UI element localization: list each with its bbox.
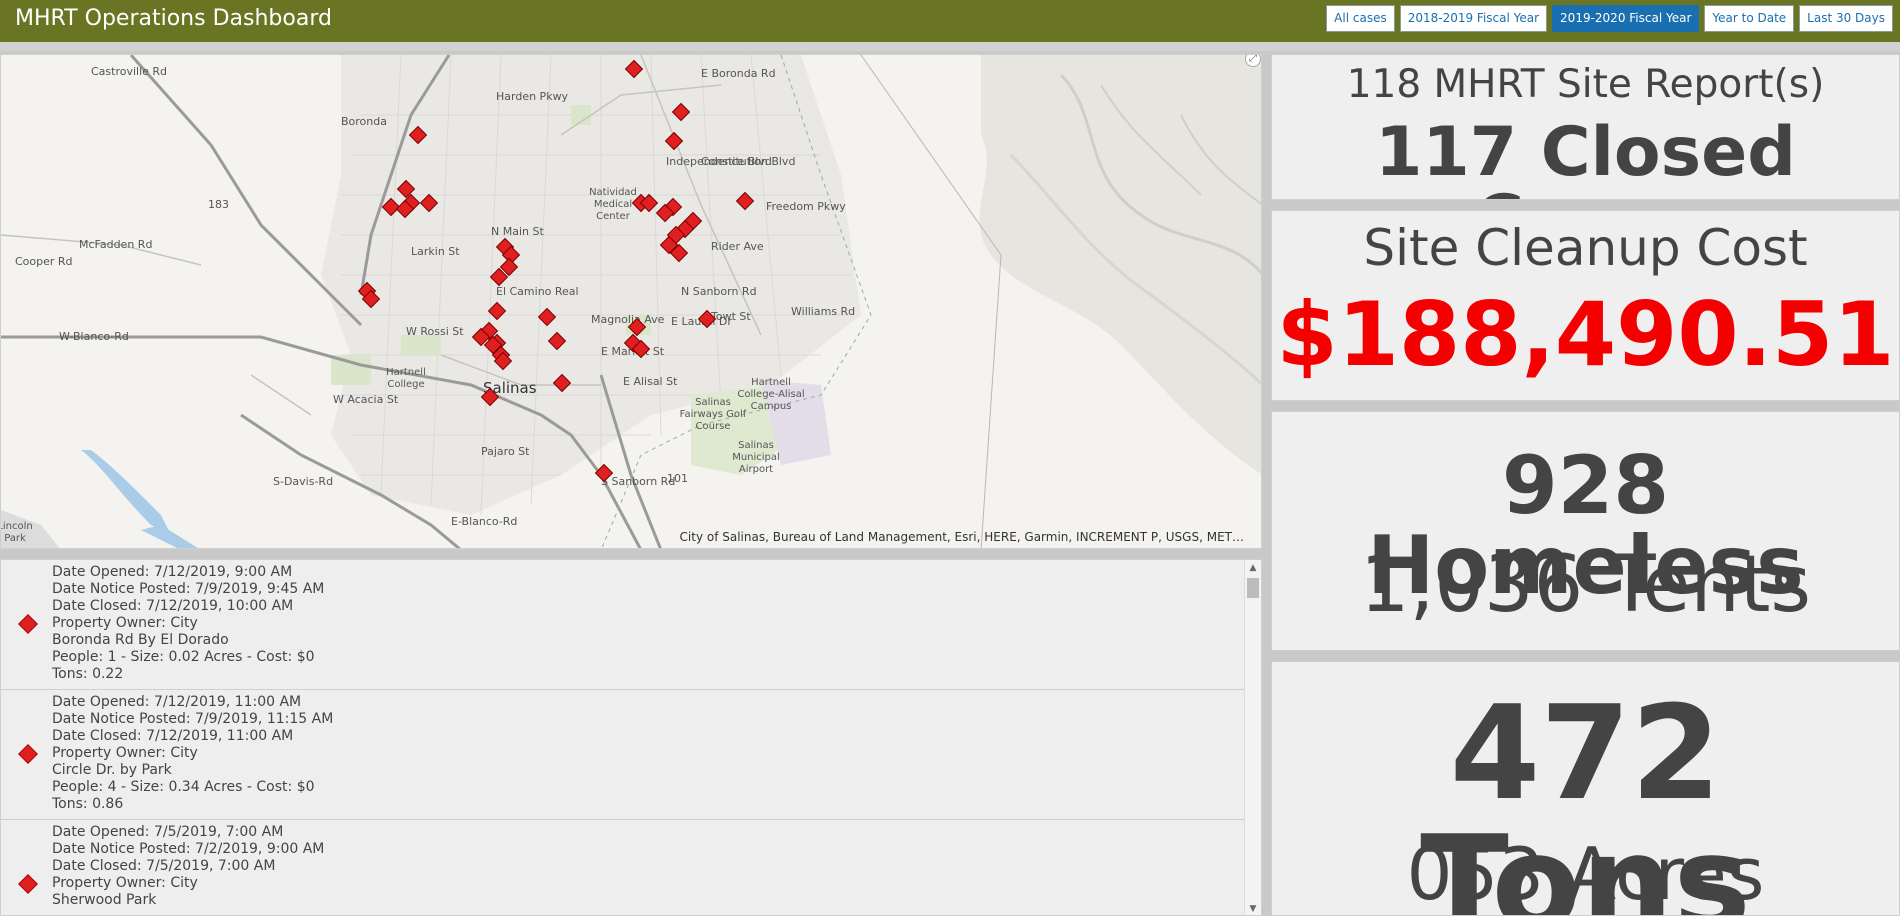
- case-property-owner: Property Owner: City: [52, 875, 198, 891]
- map-label-sanborn-s: S Sanborn Rd: [601, 475, 675, 488]
- case-notice-posted: Date Notice Posted: 7/9/2019, 9:45 AM: [52, 581, 325, 597]
- list-item[interactable]: Date Opened: 7/12/2019, 9:00 AM Date Not…: [1, 560, 1261, 690]
- case-date-closed: Date Closed: 7/5/2019, 7:00 AM: [52, 858, 276, 874]
- reports-card: 118 MHRT Site Report(s) 117 Closed Cases: [1271, 54, 1900, 200]
- case-notice-posted: Date Notice Posted: 7/2/2019, 9:00 AM: [52, 841, 325, 857]
- case-location: Circle Dr. by Park: [52, 762, 172, 778]
- map-label-rossi: W Rossi St: [406, 325, 464, 338]
- case-marker-icon: [18, 614, 38, 634]
- map-label-acacia: W Acacia St: [333, 393, 399, 406]
- header-divider: [0, 42, 1900, 51]
- case-property-owner: Property Owner: City: [52, 745, 198, 761]
- map-label-larkin: Larkin St: [411, 245, 460, 258]
- filter-fy-2018-2019[interactable]: 2018-2019 Fiscal Year: [1399, 5, 1548, 32]
- case-location: Boronda Rd By El Dorado: [52, 632, 229, 648]
- filter-all-cases[interactable]: All cases: [1326, 5, 1395, 32]
- map-label-harden: Harden Pkwy: [496, 90, 569, 103]
- map-label-alisal-st: E Alisal St: [623, 375, 678, 388]
- map-label-independence: Independence Blvd: [666, 155, 772, 168]
- map-label-sanborn: N Sanborn Rd: [681, 285, 757, 298]
- homeless-card: 928 Homeless 1,036 Tents: [1271, 411, 1900, 651]
- scroll-down-icon[interactable]: ▼: [1245, 901, 1261, 915]
- map-label-183: 183: [208, 198, 229, 211]
- map-label-davis: S-Davis-Rd: [273, 475, 333, 488]
- closed-cases-count: 117 Closed Cases: [1375, 113, 1796, 200]
- case-people-size-cost: People: 1 - Size: 0.02 Acres - Cost: $0: [52, 649, 315, 665]
- case-map[interactable]: W-Blanco-Rd McFadden Rd W Rossi St W Aca…: [0, 54, 1262, 549]
- acres-count: 053 Acres: [1406, 832, 1765, 916]
- filter-fy-2019-2020[interactable]: 2019-2020 Fiscal Year: [1552, 5, 1700, 32]
- case-notice-posted: Date Notice Posted: 7/9/2019, 11:15 AM: [52, 711, 334, 727]
- map-label-main: N Main St: [491, 225, 544, 238]
- map-label-rider: Rider Ave: [711, 240, 764, 253]
- case-list[interactable]: Date Opened: 7/12/2019, 9:00 AM Date Not…: [0, 559, 1262, 916]
- tons-card: 472 Tons 053 Acres: [1271, 661, 1900, 916]
- filter-last-30-days[interactable]: Last 30 Days: [1799, 5, 1893, 32]
- map-label-boronda: E Boronda Rd: [701, 67, 776, 80]
- app-title: MHRT Operations Dashboard: [15, 6, 332, 31]
- map-attribution: City of Salinas, Bureau of Land Manageme…: [679, 530, 1244, 544]
- tents-count: 1,036 Tents: [1359, 540, 1812, 630]
- cost-card: Site Cleanup Cost $188,490.51: [1271, 210, 1900, 401]
- case-marker-icon: [18, 744, 38, 764]
- site-reports-count: 118 MHRT Site Report(s): [1346, 62, 1825, 107]
- case-date-opened: Date Opened: 7/12/2019, 9:00 AM: [52, 564, 293, 580]
- case-property-owner: Property Owner: City: [52, 615, 198, 631]
- cleanup-cost-value: $188,490.51: [1276, 283, 1895, 386]
- case-date-opened: Date Opened: 7/12/2019, 11:00 AM: [52, 694, 302, 710]
- map-label-cooper: Cooper Rd: [15, 255, 73, 268]
- map-label-mcfadden: McFadden Rd: [79, 238, 152, 251]
- case-tons: Tons: 0.22: [52, 666, 124, 682]
- case-people-size-cost: People: 4 - Size: 0.34 Acres - Cost: $0: [52, 779, 315, 795]
- map-canvas[interactable]: W-Blanco-Rd McFadden Rd W Rossi St W Aca…: [1, 55, 1262, 549]
- list-item[interactable]: Date Opened: 7/5/2019, 7:00 AM Date Noti…: [1, 820, 1261, 915]
- map-label-castroville: Castroville Rd: [91, 65, 167, 78]
- map-label-pajaro: Pajaro St: [481, 445, 530, 458]
- filter-bar: All cases 2018-2019 Fiscal Year 2019-202…: [1326, 5, 1893, 32]
- map-label-williams: Williams Rd: [791, 305, 855, 318]
- list-item[interactable]: Date Opened: 7/12/2019, 11:00 AM Date No…: [1, 690, 1261, 820]
- scroll-thumb[interactable]: [1247, 578, 1259, 598]
- map-label-natividad: Natividad Medical Center: [589, 187, 637, 222]
- map-label-magnolia: Magnolia Ave: [591, 313, 665, 326]
- map-label-blanco: W-Blanco-Rd: [59, 330, 129, 343]
- list-scrollbar[interactable]: ▲ ▼: [1244, 560, 1261, 915]
- map-label-freedom: Freedom Pkwy: [766, 200, 846, 213]
- map-label-elcamino: El Camino Real: [496, 285, 579, 298]
- scroll-up-icon[interactable]: ▲: [1245, 560, 1261, 576]
- case-date-opened: Date Opened: 7/5/2019, 7:00 AM: [52, 824, 284, 840]
- app-header: MHRT Operations Dashboard All cases 2018…: [0, 0, 1900, 42]
- case-location: Sherwood Park: [52, 892, 157, 908]
- cleanup-cost-label: Site Cleanup Cost: [1363, 219, 1808, 277]
- case-tons: Tons: 0.86: [52, 796, 124, 812]
- map-label-boronda-w: Boronda: [341, 115, 387, 128]
- case-date-closed: Date Closed: 7/12/2019, 10:00 AM: [52, 598, 294, 614]
- map-label-101: 101: [667, 472, 688, 485]
- filter-year-to-date[interactable]: Year to Date: [1704, 5, 1795, 32]
- case-marker-icon: [18, 874, 38, 894]
- map-label-airport: Salinas Municipal Airport: [732, 440, 780, 475]
- map-label-eblanco: E-Blanco-Rd: [451, 515, 517, 528]
- map-label-hartnell: Hartnell College: [386, 367, 426, 390]
- case-date-closed: Date Closed: 7/12/2019, 11:00 AM: [52, 728, 294, 744]
